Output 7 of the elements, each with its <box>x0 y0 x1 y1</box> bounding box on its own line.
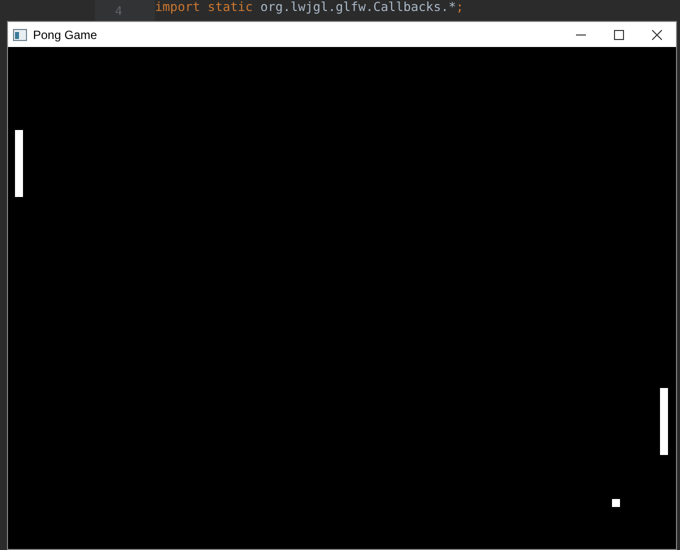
right-paddle <box>660 388 668 455</box>
left-paddle <box>15 130 23 197</box>
app-icon <box>13 28 27 40</box>
maximize-icon <box>614 30 624 40</box>
close-icon <box>652 30 662 40</box>
code-line: import static org.lwjgl.glfw.Callbacks.*; <box>155 0 464 16</box>
window-title: Pong Game <box>33 28 98 42</box>
